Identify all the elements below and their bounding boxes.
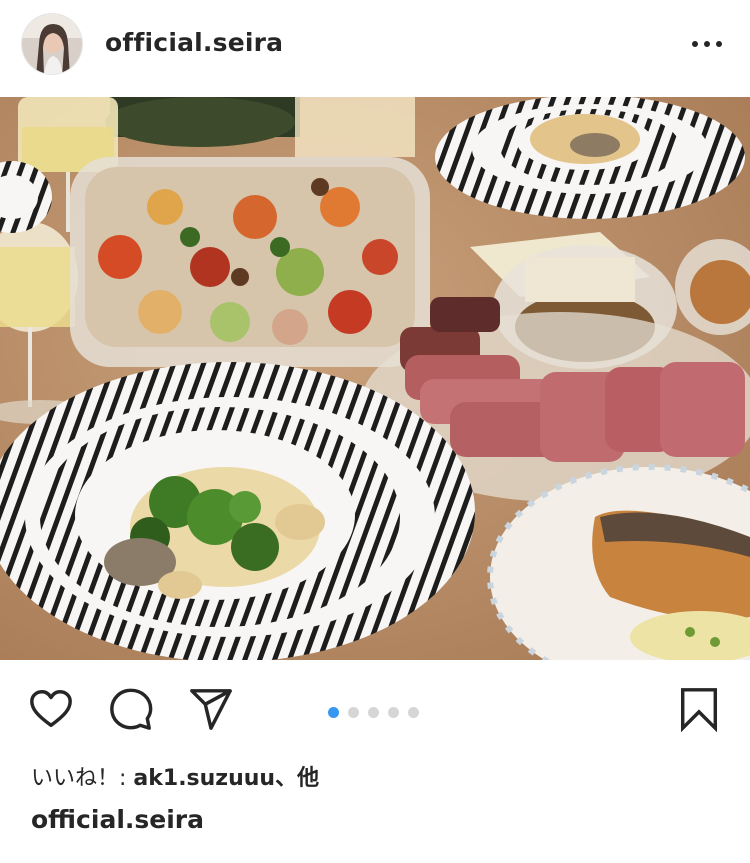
food-table-illustration — [0, 97, 750, 660]
likes-prefix: いいね！: — [31, 766, 134, 791]
comment-icon[interactable] — [108, 686, 154, 732]
more-dot — [704, 41, 710, 47]
post-photo[interactable] — [0, 97, 750, 660]
send-icon[interactable] — [188, 686, 234, 732]
carousel-dot[interactable] — [388, 707, 399, 718]
avatar[interactable] — [21, 13, 83, 75]
carousel-indicator — [328, 703, 428, 718]
bookmark-icon[interactable] — [676, 686, 722, 733]
username[interactable]: official.seira — [105, 28, 283, 57]
carousel-dot[interactable] — [328, 707, 339, 718]
carousel-dot[interactable] — [368, 707, 379, 718]
more-dot — [692, 41, 698, 47]
heart-icon[interactable] — [28, 686, 74, 732]
carousel-dot[interactable] — [408, 707, 419, 718]
likes-suffix[interactable]: 、他 — [275, 766, 319, 791]
likes-summary: いいね！: ak1.suzuuu、他 — [31, 760, 319, 792]
action-bar — [0, 676, 750, 742]
likes-user[interactable]: ak1.suzuuu — [133, 766, 275, 791]
profile-avatar-image — [22, 14, 82, 74]
more-options-icon[interactable] — [690, 30, 724, 58]
carousel-dot[interactable] — [348, 707, 359, 718]
caption-username[interactable]: official.seira — [31, 805, 204, 834]
more-dot — [716, 41, 722, 47]
post-header: official.seira — [0, 0, 750, 94]
